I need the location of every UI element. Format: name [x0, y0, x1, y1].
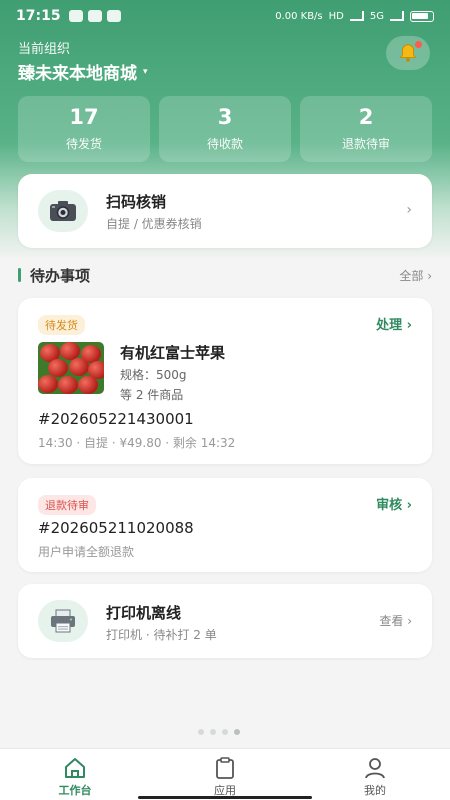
todo-section-header: 待办事项 全部 › [18, 264, 432, 286]
stat-pending-payment[interactable]: 3 待收款 [159, 96, 291, 162]
order-task-card[interactable]: 待发货 处理 › 有机红富士苹果 规格：500g 等 2 件商品 #202605… [18, 298, 432, 464]
scan-verify-card[interactable]: 扫码核销 自提 / 优惠券核销 › [18, 174, 432, 248]
tab-apps[interactable]: 应用 [150, 749, 300, 800]
status-bar: 17:15 0.00 KB/s HD 5G [0, 0, 450, 32]
signal-label-hd: HD [328, 10, 344, 22]
signal-icon [390, 11, 404, 21]
page-indicator [198, 729, 240, 735]
product-image [38, 342, 104, 394]
refund-task-card[interactable]: 退款待审 审核 › #202605211020088 用户申请全额退款 [18, 478, 432, 572]
tab-label: 工作台 [58, 784, 92, 797]
printer-task-card[interactable]: 打印机离线 打印机 · 待补打 2 单 查看 › [18, 584, 432, 658]
refund-description: 用户申请全额退款 [38, 545, 135, 559]
status-indicators: 0.00 KB/s HD 5G [275, 10, 434, 22]
order-meta: 14:30 · 自提 · ¥49.80 · 剩余 14:32 [38, 436, 236, 450]
order-number: #202605211020088 [38, 519, 194, 537]
stat-value: 17 [69, 104, 99, 129]
network-speed: 0.00 KB/s [275, 10, 323, 22]
stat-label: 待发货 [65, 137, 102, 152]
app-notification-icon [68, 10, 83, 22]
view-button[interactable]: 查看 › [379, 612, 412, 629]
product-spec: 规格：500g [120, 368, 187, 382]
product-name: 有机红富士苹果 [120, 344, 226, 362]
org-selector[interactable]: 臻未来本地商城 ▾ [18, 59, 148, 84]
scan-title: 扫码核销 [106, 193, 167, 211]
section-accent-bar [18, 268, 21, 282]
section-title: 待办事项 [30, 267, 91, 285]
stat-label: 退款待审 [341, 137, 390, 152]
status-badge: 待发货 [38, 315, 85, 335]
camera-icon-wrapper [38, 190, 88, 232]
process-button[interactable]: 处理 › [376, 314, 412, 333]
stat-value: 3 [217, 104, 233, 129]
status-app-icons [68, 10, 121, 22]
page-dot [222, 729, 228, 735]
page-dot-active [234, 729, 240, 735]
battery-icon [410, 10, 434, 22]
stat-value: 2 [358, 104, 374, 129]
printer-icon-wrapper [38, 600, 88, 642]
printer-icon [51, 609, 75, 633]
signal-icon [349, 11, 364, 21]
tab-workbench[interactable]: 工作台 [0, 749, 150, 800]
review-button[interactable]: 审核 › [376, 494, 412, 513]
notification-button[interactable] [386, 36, 430, 70]
view-all-link[interactable]: 全部 › [399, 267, 432, 284]
product-count: 等 2 件商品 [120, 388, 184, 402]
stat-label: 待收款 [206, 137, 243, 152]
home-indicator [138, 796, 312, 799]
stats-row: 17 待发货 3 待收款 2 退款待审 [18, 96, 432, 162]
camera-icon [50, 201, 76, 221]
bottom-tab-bar: 工作台 应用 我的 [0, 748, 450, 800]
home-icon [65, 758, 85, 778]
unread-dot [415, 41, 422, 48]
page-dot [198, 729, 204, 735]
status-time: 17:15 [16, 8, 61, 24]
caret-down-icon: ▾ [143, 66, 148, 77]
printer-title: 打印机离线 [106, 604, 182, 622]
stat-refund-review[interactable]: 2 退款待审 [300, 96, 432, 162]
user-icon [365, 758, 385, 779]
order-number: #202605221430001 [38, 410, 194, 428]
tab-label: 我的 [364, 784, 386, 797]
page-dot [210, 729, 216, 735]
signal-label-5g: 5G [369, 10, 384, 22]
clipboard-icon [216, 757, 234, 779]
app-notification-icon [87, 10, 102, 22]
chevron-right-icon: › [406, 202, 412, 218]
app-notification-icon [106, 10, 121, 22]
org-label: 当前组织 [18, 42, 71, 57]
org-name: 臻未来本地商城 [18, 64, 137, 84]
stat-pending-shipment[interactable]: 17 待发货 [18, 96, 150, 162]
printer-subtitle: 打印机 · 待补打 2 单 [106, 628, 217, 642]
scan-subtitle: 自提 / 优惠券核销 [106, 217, 202, 231]
status-badge: 退款待审 [38, 495, 96, 515]
tab-profile[interactable]: 我的 [300, 749, 450, 800]
